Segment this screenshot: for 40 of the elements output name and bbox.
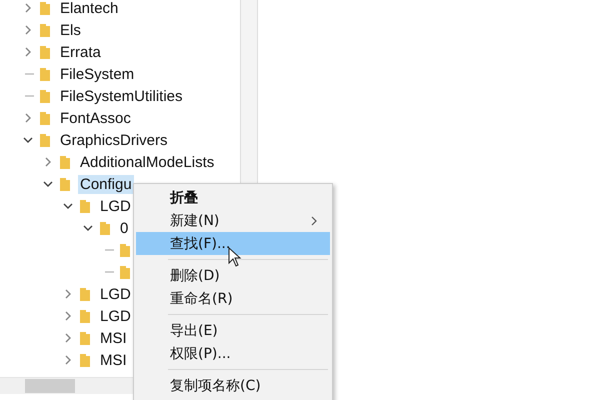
tree-item[interactable]: LGD — [98, 306, 133, 326]
scrollbar-thumb[interactable] — [25, 379, 75, 393]
tree-item[interactable]: FileSystem — [58, 64, 136, 84]
tree-item[interactable]: Errata — [58, 42, 103, 62]
folder-icon — [38, 66, 52, 82]
folder-icon — [78, 198, 92, 214]
tree-item[interactable]: LGD — [98, 196, 133, 216]
folder-icon — [38, 22, 52, 38]
tree-item[interactable]: FileSystemUtilities — [58, 86, 185, 106]
folder-icon — [98, 220, 112, 236]
mouse-cursor-icon — [228, 247, 242, 267]
menu-item[interactable]: 复制项名称(C) — [136, 374, 330, 397]
tree-item[interactable]: Elantech — [58, 0, 120, 18]
menu-item[interactable]: 权限(P)... — [136, 342, 330, 365]
menu-item[interactable]: 新建(N) — [136, 209, 330, 232]
menu-item[interactable]: 重命名(R) — [136, 287, 330, 310]
folder-icon — [38, 132, 52, 148]
tree-item[interactable]: MSI — [98, 328, 129, 348]
folder-icon — [38, 88, 52, 104]
tree-item[interactable]: GraphicsDrivers — [58, 130, 170, 150]
menu-item[interactable]: 折叠 — [136, 186, 330, 209]
tree-item[interactable]: 0 — [118, 218, 130, 238]
menu-item[interactable]: 删除(D) — [136, 264, 330, 287]
tree-item[interactable]: AdditionalModeLists — [78, 152, 216, 172]
folder-icon — [38, 44, 52, 60]
folder-icon — [78, 308, 92, 324]
tree-item[interactable]: FontAssoc — [58, 108, 133, 128]
folder-icon — [78, 330, 92, 346]
folder-icon — [38, 110, 52, 126]
folder-icon — [78, 352, 92, 368]
folder-icon — [58, 154, 72, 170]
tree-item[interactable]: Configu — [78, 174, 134, 194]
tree-item[interactable]: Els — [58, 20, 83, 40]
folder-icon — [38, 0, 52, 16]
tree-item[interactable]: LGD — [98, 284, 133, 304]
tree-item[interactable]: MSI — [98, 350, 129, 370]
menu-item[interactable]: 查找(F)... — [136, 232, 330, 255]
folder-icon — [78, 286, 92, 302]
folder-icon — [58, 176, 72, 192]
menu-item[interactable]: 导出(E) — [136, 319, 330, 342]
